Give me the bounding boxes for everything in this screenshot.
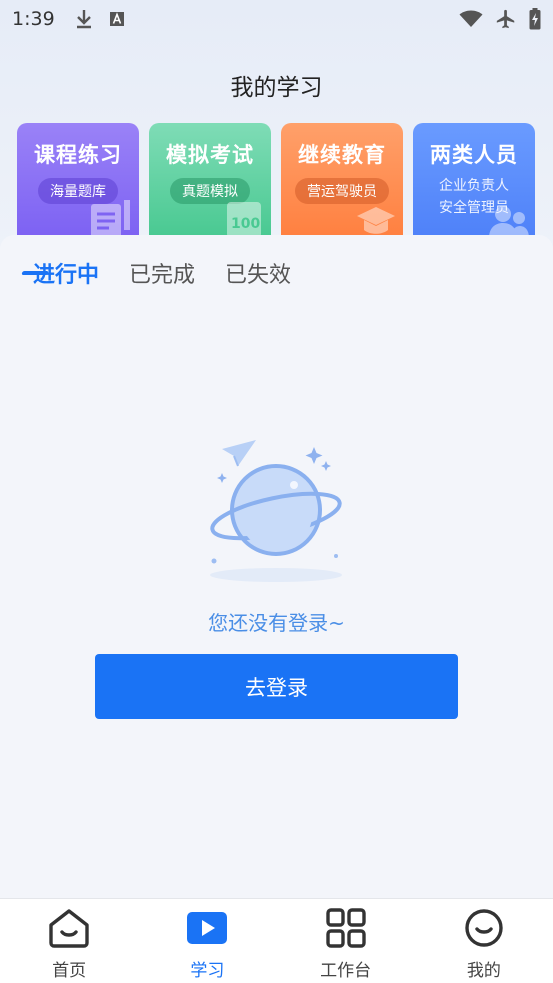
card-course-practice[interactable]: 课程练习 海量题库 — [17, 123, 139, 248]
card-title: 课程练习 — [34, 143, 122, 167]
card-title: 两类人员 — [430, 143, 518, 167]
status-tabs: 进行中 已完成 已失效 — [33, 257, 291, 289]
tab-indicator — [21, 271, 49, 275]
tab-completed[interactable]: 已完成 — [129, 257, 195, 289]
grid-icon — [324, 908, 368, 952]
bottom-nav: 首页 学习 工作台 我的 — [0, 898, 553, 983]
font-icon — [109, 11, 125, 27]
planet-icon — [200, 435, 350, 589]
svg-text:100: 100 — [231, 216, 260, 232]
nav-label: 工作台 — [320, 961, 372, 981]
play-icon — [185, 908, 229, 952]
card-title: 继续教育 — [298, 143, 386, 167]
wifi-icon — [459, 10, 483, 28]
card-two-types-personnel[interactable]: 两类人员 企业负责人 安全管理员 — [413, 123, 535, 248]
status-bar: 1:39 — [0, 0, 553, 38]
home-icon — [47, 908, 91, 952]
nav-item-home[interactable]: 首页 — [0, 899, 138, 983]
status-time: 1:39 — [12, 8, 55, 30]
nav-item-mine[interactable]: 我的 — [415, 899, 553, 983]
page-title: 我的学习 — [230, 75, 323, 101]
nav-label: 学习 — [190, 961, 225, 981]
nav-item-workbench[interactable]: 工作台 — [277, 899, 415, 983]
nav-item-study[interactable]: 学习 — [138, 899, 276, 983]
empty-state-message: 您还没有登录~ — [208, 611, 345, 635]
smile-icon — [462, 908, 506, 952]
card-title: 模拟考试 — [166, 143, 254, 167]
card-continuing-education[interactable]: 继续教育 营运驾驶员 — [281, 123, 403, 248]
battery-icon — [529, 8, 541, 30]
airplane-icon — [495, 8, 517, 30]
download-icon — [75, 9, 93, 29]
login-button[interactable]: 去登录 — [95, 654, 458, 719]
tab-expired[interactable]: 已失效 — [225, 257, 291, 289]
card-mock-exam[interactable]: 模拟考试 真题模拟 100 — [149, 123, 271, 248]
card-chip: 营运驾驶员 — [295, 178, 389, 204]
nav-label: 我的 — [466, 961, 501, 981]
card-sub-line: 企业负责人 — [439, 178, 509, 194]
nav-label: 首页 — [52, 961, 87, 981]
content-panel: 进行中 已完成 已失效 您还没有登录~ 去登录 — [0, 235, 553, 898]
